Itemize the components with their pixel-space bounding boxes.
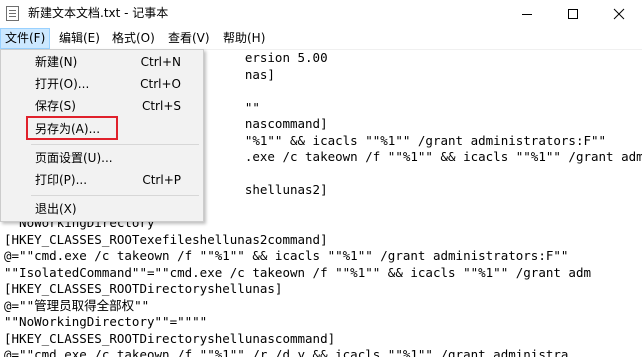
menu-item-page-setup[interactable]: 页面设置(U)... <box>1 148 203 168</box>
notepad-icon <box>6 6 19 21</box>
menu-help[interactable]: 帮助(H) <box>219 29 269 48</box>
menu-item-exit[interactable]: 退出(X) <box>1 199 203 219</box>
menu-view[interactable]: 查看(V) <box>164 29 214 48</box>
window-title: 新建文本文档.txt - 记事本 <box>28 6 169 20</box>
minimize-button[interactable] <box>504 0 550 28</box>
maximize-button[interactable] <box>550 0 596 28</box>
minimize-icon <box>522 14 532 15</box>
menu-item-print[interactable]: 打印(P)... Ctrl+P <box>1 170 203 190</box>
menu-item-save[interactable]: 保存(S) Ctrl+S <box>1 96 203 116</box>
close-icon <box>613 8 625 20</box>
menu-separator <box>31 195 199 196</box>
close-button[interactable] <box>596 0 642 28</box>
maximize-icon <box>568 9 578 19</box>
title-bar[interactable]: 新建文本文档.txt - 记事本 <box>0 0 642 29</box>
menu-format[interactable]: 格式(O) <box>108 29 159 48</box>
menu-item-open[interactable]: 打开(O)... Ctrl+O <box>1 74 203 94</box>
menu-bar: 文件(F) 编辑(E) 格式(O) 查看(V) 帮助(H) <box>0 28 642 50</box>
menu-edit[interactable]: 编辑(E) <box>55 29 104 48</box>
menu-item-new[interactable]: 新建(N) Ctrl+N <box>1 52 203 72</box>
menu-file[interactable]: 文件(F) <box>0 28 51 49</box>
menu-separator <box>31 144 199 145</box>
save-as-highlight <box>26 116 118 140</box>
